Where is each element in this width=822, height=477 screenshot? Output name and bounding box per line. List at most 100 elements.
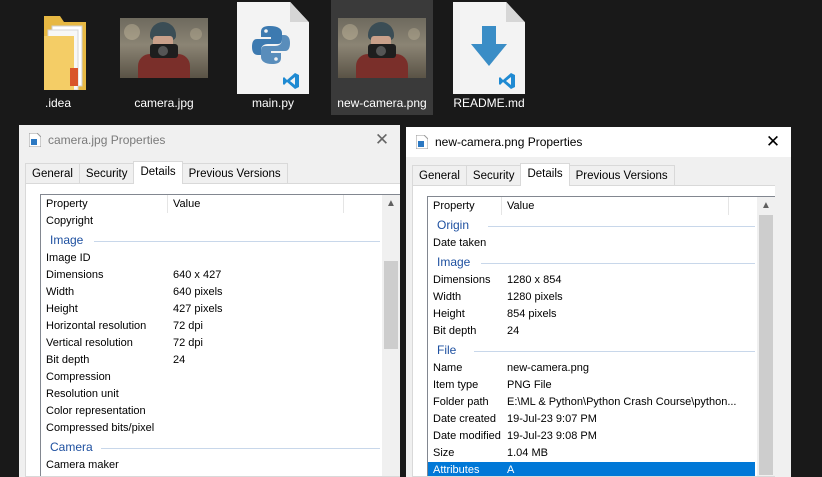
folder-icon	[7, 2, 109, 94]
property-row[interactable]: Image ID	[41, 250, 380, 267]
property-row[interactable]: Horizontal resolution 72 dpi	[41, 318, 380, 335]
property-rows: Copyright Image Image ID Dimensions 640 x 42…	[41, 213, 380, 474]
property-row[interactable]: Attributes A	[428, 462, 755, 476]
scroll-up-icon[interactable]: ▲	[382, 195, 400, 212]
tab-previous-versions[interactable]: Previous Versions	[181, 163, 288, 184]
property-name: Compressed bits/pixel	[46, 422, 155, 434]
property-value: 640 x 427	[173, 269, 222, 281]
property-row[interactable]: Color representation	[41, 403, 380, 420]
property-value: 72 dpi	[173, 337, 203, 349]
file-name: main.py	[251, 96, 295, 110]
property-row[interactable]: Bit depth 24	[41, 352, 380, 369]
group-divider	[481, 263, 755, 264]
property-row[interactable]: Camera maker	[41, 457, 380, 474]
property-row[interactable]: Folder path E:\ML & Python\Python Crash C…	[428, 394, 755, 411]
list-header: Property Value	[41, 195, 400, 213]
property-value: 640 pixels	[173, 286, 223, 298]
group-label: Image	[50, 233, 84, 247]
property-row[interactable]: Date created 19-Jul-23 9:07 PM	[428, 411, 755, 428]
property-row[interactable]: Name new-camera.png	[428, 360, 755, 377]
column-header-value[interactable]: Value	[173, 198, 200, 210]
title-bar[interactable]: new-camera.png Properties ✕	[406, 127, 791, 157]
details-list: Property Value Copyright Image Image ID Dim…	[40, 194, 400, 476]
tab-details[interactable]: Details	[133, 161, 183, 184]
tab-security[interactable]: Security	[465, 165, 522, 186]
property-name: Horizontal resolution	[46, 320, 147, 332]
close-button[interactable]: ✕	[763, 132, 783, 152]
dialog-title: new-camera.png Properties	[435, 135, 583, 149]
markdown-file-icon	[438, 2, 540, 94]
property-value: PNG File	[507, 379, 552, 391]
property-value: 19-Jul-23 9:07 PM	[507, 413, 597, 425]
property-name: Folder path	[433, 396, 489, 408]
property-row[interactable]: Item type PNG File	[428, 377, 755, 394]
column-header-value[interactable]: Value	[507, 200, 534, 212]
property-row[interactable]: Size 1.04 MB	[428, 445, 755, 462]
property-name: Dimensions	[433, 274, 491, 286]
property-name: Date created	[433, 413, 496, 425]
property-value: 24	[173, 354, 186, 366]
file-new-camera-png[interactable]: new-camera.png	[331, 0, 433, 115]
property-row[interactable]: Compression	[41, 369, 380, 386]
property-row[interactable]: Height 427 pixels	[41, 301, 380, 318]
property-row[interactable]: Bit depth 24	[428, 323, 755, 340]
file-camera-jpg[interactable]: camera.jpg	[113, 0, 215, 115]
property-row[interactable]: Compressed bits/pixel	[41, 420, 380, 437]
column-header-property[interactable]: Property	[433, 200, 475, 212]
property-name: Width	[46, 286, 75, 298]
scrollbar-thumb[interactable]	[759, 215, 773, 475]
file-main-py[interactable]: main.py	[222, 0, 324, 115]
property-row[interactable]: Copyright	[41, 213, 380, 230]
property-name: Date taken	[433, 237, 487, 249]
group-header: Camera	[41, 437, 380, 457]
property-row[interactable]: Dimensions 640 x 427	[41, 267, 380, 284]
property-name: Vertical resolution	[46, 337, 133, 349]
property-name: Compression	[46, 371, 111, 383]
property-name: Height	[46, 303, 78, 315]
property-row[interactable]: Vertical resolution 72 dpi	[41, 335, 380, 352]
property-name: Bit depth	[433, 325, 477, 337]
property-name: Resolution unit	[46, 388, 119, 400]
property-row[interactable]: Height 854 pixels	[428, 306, 755, 323]
property-value: 1280 x 854	[507, 274, 562, 286]
property-name: Height	[433, 308, 465, 320]
list-header: Property Value	[428, 197, 775, 215]
tab-strip: General Security Details Previous Versio…	[412, 163, 675, 186]
file-properties-icon	[415, 134, 429, 150]
title-bar[interactable]: camera.jpg Properties ✕	[19, 125, 400, 155]
property-row[interactable]: Date modified 19-Jul-23 9:08 PM	[428, 428, 755, 445]
group-header: Image	[428, 252, 755, 272]
tab-previous-versions[interactable]: Previous Versions	[568, 165, 675, 186]
photo-thumbnail	[113, 2, 215, 94]
file-name: README.md	[453, 96, 525, 110]
property-row[interactable]: Date taken	[428, 235, 755, 252]
new-camera-png-properties-dialog: new-camera.png Properties ✕ General Secu…	[406, 127, 791, 477]
group-label: Origin	[437, 218, 470, 232]
property-value: 72 dpi	[173, 320, 203, 332]
property-name: Date modified	[433, 430, 501, 442]
scrollbar[interactable]: ▲	[757, 197, 775, 476]
property-row[interactable]: Dimensions 1280 x 854	[428, 272, 755, 289]
property-value: new-camera.png	[507, 362, 589, 374]
file-idea[interactable]: .idea	[7, 0, 109, 115]
scroll-up-icon[interactable]: ▲	[757, 197, 775, 214]
tab-details[interactable]: Details	[520, 163, 570, 186]
close-button[interactable]: ✕	[372, 130, 392, 150]
file-name: .idea	[44, 96, 72, 110]
property-row[interactable]: Width 640 pixels	[41, 284, 380, 301]
scrollbar-thumb[interactable]	[384, 261, 398, 349]
property-value: 19-Jul-23 9:08 PM	[507, 430, 597, 442]
column-header-property[interactable]: Property	[46, 198, 88, 210]
tab-general[interactable]: General	[412, 165, 467, 186]
python-file-icon	[222, 2, 324, 94]
group-divider	[94, 241, 380, 242]
scrollbar[interactable]: ▲	[382, 195, 400, 476]
property-row[interactable]: Resolution unit	[41, 386, 380, 403]
tab-security[interactable]: Security	[78, 163, 135, 184]
file-properties-icon	[28, 132, 42, 148]
property-row[interactable]: Width 1280 pixels	[428, 289, 755, 306]
tab-general[interactable]: General	[25, 163, 80, 184]
group-header: Image	[41, 230, 380, 250]
tab-strip: General Security Details Previous Versio…	[25, 161, 288, 184]
file-readme-md[interactable]: README.md	[438, 0, 540, 115]
